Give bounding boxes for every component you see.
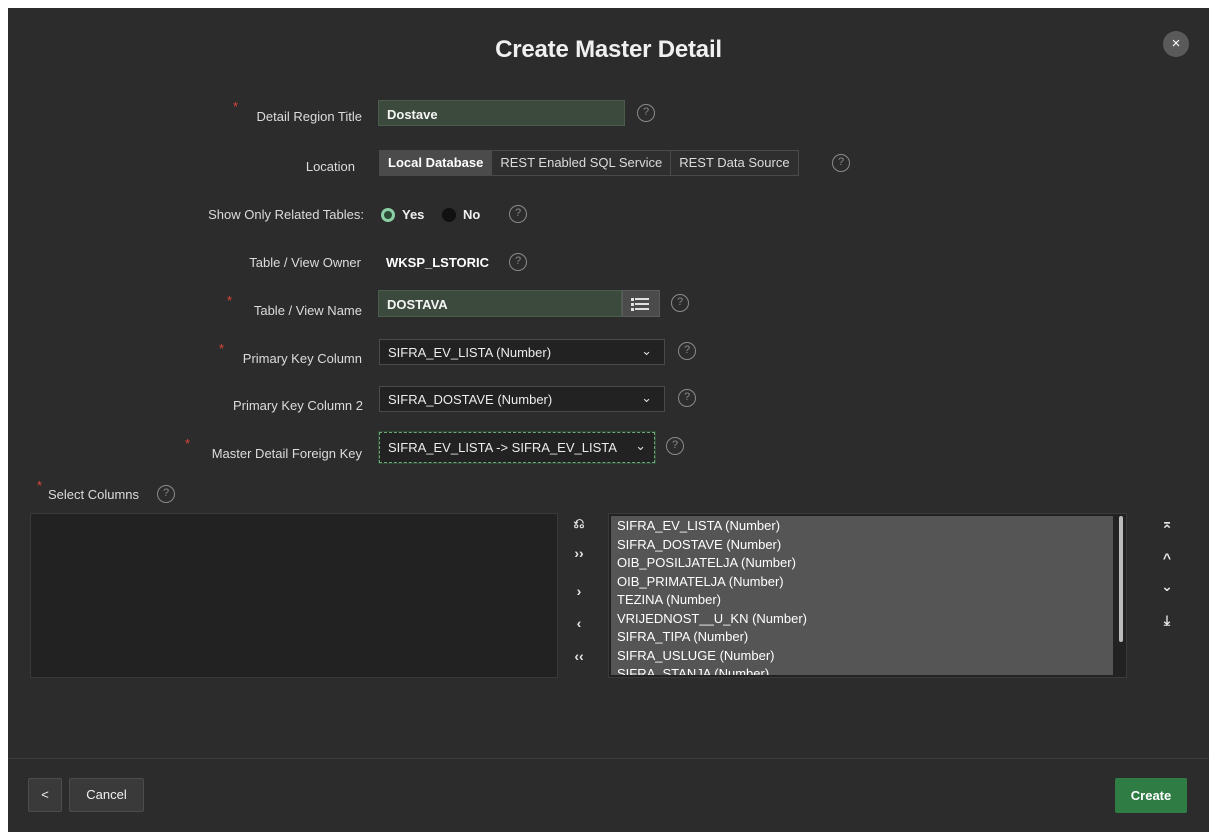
dialog-footer: < Cancel Create	[8, 758, 1209, 832]
required-marker: *	[185, 436, 191, 451]
detail-region-title-input[interactable]: Dostave	[378, 100, 625, 126]
fk-label: Master Detail Foreign Key	[211, 446, 362, 461]
list-item[interactable]: TEZINA (Number)	[611, 591, 1113, 610]
location-label: Location	[305, 159, 355, 174]
help-icon[interactable]: ?	[157, 485, 175, 503]
move-top-icon[interactable]: ⌅	[1157, 515, 1177, 532]
help-icon[interactable]: ?	[678, 342, 696, 360]
fk-row: * Master Detail Foreign Key	[8, 436, 362, 469]
cancel-button[interactable]: Cancel	[69, 778, 144, 812]
scrollbar[interactable]	[1118, 516, 1124, 675]
location-local-database[interactable]: Local Database	[380, 151, 493, 175]
selected-columns-list[interactable]: SIFRA_EV_LISTA (Number) SIFRA_DOSTAVE (N…	[611, 516, 1113, 675]
list-item[interactable]: OIB_POSILJATELJA (Number)	[611, 554, 1113, 573]
table-name-input[interactable]: DOSTAVA	[378, 290, 622, 317]
list-item[interactable]: SIFRA_STANJA (Number)	[611, 665, 1113, 675]
list-item[interactable]: SIFRA_DOSTAVE (Number)	[611, 536, 1113, 555]
select-columns-label: Select Columns	[48, 487, 140, 502]
list-item[interactable]: SIFRA_USLUGE (Number)	[611, 647, 1113, 666]
show-related-row: Show Only Related Tables:	[8, 200, 364, 230]
help-icon[interactable]: ?	[637, 104, 655, 122]
owner-row: Table / View Owner	[8, 248, 361, 278]
pk1-value: SIFRA_EV_LISTA (Number)	[388, 345, 552, 360]
chevron-down-icon: ⌄	[641, 390, 652, 405]
list-icon-line	[635, 308, 649, 310]
owner-value: WKSP_LSTORIC	[386, 255, 490, 270]
pk1-select[interactable]: SIFRA_EV_LISTA (Number) ⌄	[379, 339, 665, 365]
help-icon[interactable]: ?	[832, 154, 850, 172]
back-button[interactable]: <	[28, 778, 62, 812]
location-row: Location	[8, 152, 355, 182]
required-marker: *	[233, 99, 239, 114]
create-master-detail-dialog: Create Master Detail × * Detail Region T…	[8, 8, 1209, 832]
radio-yes[interactable]	[381, 208, 395, 222]
pk1-row: * Primary Key Column	[8, 341, 362, 374]
pk1-label: Primary Key Column	[242, 351, 362, 366]
move-all-icon[interactable]: ››	[569, 545, 589, 561]
list-item[interactable]: OIB_PRIMATELJA (Number)	[611, 573, 1113, 592]
move-bottom-icon[interactable]: ⤓	[1157, 612, 1177, 629]
move-up-icon[interactable]: ^	[1157, 550, 1177, 566]
list-icon-dot	[631, 308, 634, 311]
list-popup-button[interactable]	[622, 290, 660, 317]
radio-no-label: No	[463, 207, 481, 222]
help-icon[interactable]: ?	[509, 253, 527, 271]
radio-yes-label: Yes	[402, 207, 425, 222]
create-button[interactable]: Create	[1115, 778, 1187, 813]
dialog-title: Create Master Detail	[495, 36, 722, 63]
shuttle-selected-list[interactable]: SIFRA_EV_LISTA (Number) SIFRA_DOSTAVE (N…	[608, 513, 1127, 678]
list-icon-dot	[631, 298, 634, 301]
list-item[interactable]: VRIJEDNOST__U_KN (Number)	[611, 610, 1113, 629]
chevron-down-icon: ⌄	[635, 438, 646, 453]
help-icon[interactable]: ?	[666, 437, 684, 455]
location-rest-enabled-sql[interactable]: REST Enabled SQL Service	[492, 151, 672, 175]
move-icon[interactable]: ›	[569, 583, 589, 599]
list-icon-line	[635, 303, 649, 305]
pk2-label: Primary Key Column 2	[232, 398, 363, 413]
remove-icon[interactable]: ‹	[569, 615, 589, 631]
radio-no[interactable]	[442, 208, 456, 222]
reset-icon[interactable]: ⎌	[569, 515, 589, 532]
help-icon[interactable]: ?	[678, 389, 696, 407]
detail-region-title-label: Detail Region Title	[256, 109, 363, 124]
required-marker: *	[37, 478, 43, 493]
pk2-row: Primary Key Column 2	[8, 391, 363, 421]
detail-region-title-row: * Detail Region Title	[8, 99, 363, 132]
pk2-value: SIFRA_DOSTAVE (Number)	[388, 392, 553, 407]
list-icon-line	[635, 298, 649, 300]
remove-all-icon[interactable]: ‹‹	[569, 648, 589, 664]
location-rest-data-source[interactable]: REST Data Source	[671, 151, 798, 175]
fk-select[interactable]: SIFRA_EV_LISTA -> SIFRA_EV_LISTA ⌄	[378, 431, 656, 464]
help-icon[interactable]: ?	[671, 294, 689, 312]
fk-value: SIFRA_EV_LISTA -> SIFRA_EV_LISTA	[388, 440, 617, 455]
scrollbar-thumb[interactable]	[1119, 516, 1123, 642]
location-segmented-control: Local Database REST Enabled SQL Service …	[379, 150, 799, 176]
list-item[interactable]: SIFRA_EV_LISTA (Number)	[611, 517, 1113, 536]
table-name-label: Table / View Name	[253, 303, 362, 318]
required-marker: *	[227, 293, 233, 308]
table-name-row: * Table / View Name	[8, 293, 362, 326]
list-item[interactable]: SIFRA_TIPA (Number)	[611, 628, 1113, 647]
help-icon[interactable]: ?	[509, 205, 527, 223]
move-down-icon[interactable]: ⌄	[1157, 578, 1177, 595]
chevron-down-icon: ⌄	[641, 343, 652, 358]
shuttle-available-list[interactable]	[30, 513, 558, 678]
required-marker: *	[219, 341, 225, 356]
show-related-label: Show Only Related Tables:	[208, 207, 364, 222]
list-icon-dot	[631, 303, 634, 306]
pk2-select[interactable]: SIFRA_DOSTAVE (Number) ⌄	[379, 386, 665, 412]
owner-label: Table / View Owner	[249, 255, 361, 270]
close-icon[interactable]: ×	[1163, 31, 1189, 57]
